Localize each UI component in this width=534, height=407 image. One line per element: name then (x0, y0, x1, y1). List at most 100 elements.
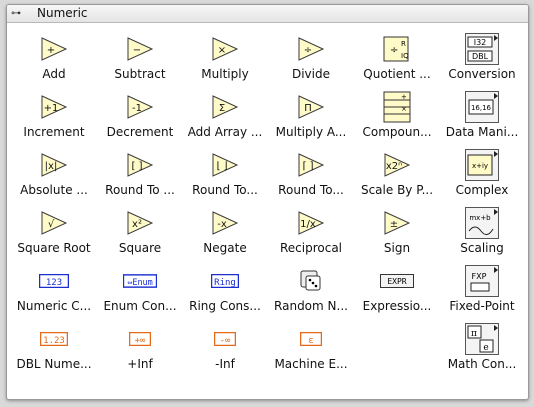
svg-text:1.23: 1.23 (43, 336, 65, 346)
minus-infinity-constant-icon: -∞ (208, 323, 242, 355)
palette-item-label: Machine E... (274, 357, 348, 371)
subtract-icon: − (123, 33, 157, 65)
svg-text:⌊ ⌋: ⌊ ⌋ (217, 161, 228, 172)
svg-text:I32: I32 (474, 38, 487, 47)
math-constants-subpalette-icon: π e (465, 323, 499, 355)
round-to-nearest-icon: [ ] (123, 149, 157, 181)
palette-item-label: -Inf (215, 357, 235, 371)
palette-item-reciprocal[interactable]: 1/x Reciprocal (268, 203, 354, 263)
svg-text:×: × (401, 105, 407, 113)
svg-text:×: × (218, 45, 226, 56)
palette-item-label: Add Array ... (187, 125, 263, 139)
palette-item-ring-constant[interactable]: Ring Ring Cons... (182, 261, 268, 321)
palette-grid: + Add − Subtract × Multiply ÷ Divide ÷ R… (7, 23, 528, 399)
palette-item-minus-infinity-constant[interactable]: -∞ -Inf (182, 319, 268, 379)
palette-item-label: Increment (23, 125, 85, 139)
palette-item-scale-by-power-of-2[interactable]: x2ⁿ Scale By P... (354, 145, 440, 205)
svg-text:√: √ (48, 219, 55, 230)
svg-text:mx+b: mx+b (469, 214, 491, 222)
palette-item-multiply[interactable]: × Multiply (182, 29, 268, 89)
square-root-icon: √ (37, 207, 71, 239)
svg-text:÷: ÷ (390, 45, 398, 56)
palette-item-absolute-value[interactable]: |x| Absolute ... (11, 145, 97, 205)
palette-item-divide[interactable]: ÷ Divide (268, 29, 354, 89)
palette-item-label: Round To ... (105, 183, 175, 197)
palette-item-label: Scale By P... (360, 183, 434, 197)
absolute-value-icon: |x| (37, 149, 71, 181)
palette-item-label: Divide (291, 67, 330, 81)
palette-item-label: DBL Nume... (16, 357, 92, 371)
palette-item-sign[interactable]: ± Sign (354, 203, 440, 263)
svg-text:IQ: IQ (401, 52, 409, 60)
palette-item-add[interactable]: + Add (11, 29, 97, 89)
palette-item-round-to-nearest[interactable]: [ ] Round To ... (97, 145, 183, 205)
increment-icon: +1 (37, 91, 71, 123)
palette-item-increment[interactable]: +1 Increment (11, 87, 97, 147)
numeric-constant-icon: 123 (37, 265, 71, 297)
palette-item-square[interactable]: x² Square (97, 203, 183, 263)
palette-item-dbl-numeric-constant[interactable]: 1.23 DBL Nume... (11, 319, 97, 379)
palette-item-plus-infinity-constant[interactable]: +∞ +Inf (97, 319, 183, 379)
svg-text:+∞: +∞ (135, 336, 146, 346)
svg-text:|x|: |x| (45, 161, 58, 172)
palette-item-expression-node[interactable]: EXPR Expressio... (354, 261, 440, 321)
palette-item-label: Ring Cons... (189, 299, 261, 313)
conversion-subpalette-icon: I32 DBL (465, 33, 499, 65)
svg-text:-x: -x (217, 219, 227, 230)
fixed-point-subpalette-icon: FXP (465, 265, 499, 297)
svg-text:ε: ε (308, 336, 313, 346)
scale-by-power-of-2-icon: x2ⁿ (380, 149, 414, 181)
palette-item-scaling-subpalette[interactable]: mx+b Scaling (439, 203, 525, 263)
palette-item-numeric-constant[interactable]: 123 Numeric C... (11, 261, 97, 321)
palette-item-complex-subpalette[interactable]: x+iy Complex (439, 145, 525, 205)
palette-item-fixed-point-subpalette[interactable]: FXP Fixed-Point (439, 261, 525, 321)
round-toward-minus-inf-icon: ⌊ ⌋ (208, 149, 242, 181)
multiply-array-elements-icon: Π (294, 91, 328, 123)
palette-item-quotient-remainder[interactable]: ÷ R IQ Quotient ... (354, 29, 440, 89)
palette-item-label: Numeric C... (16, 299, 92, 313)
palette-item-add-array-elements[interactable]: Σ Add Array ... (182, 87, 268, 147)
svg-text:-1: -1 (132, 103, 142, 114)
decrement-icon: -1 (123, 91, 157, 123)
palette-item-label: Square (118, 241, 162, 255)
svg-text:123: 123 (46, 278, 62, 288)
svg-text:⇔Enum: ⇔Enum (127, 278, 153, 288)
palette-item-negate[interactable]: -x Negate (182, 203, 268, 263)
palette-item-data-manipulation-subpalette[interactable]: 16,16 Data Mani... (439, 87, 525, 147)
svg-text:−: − (133, 45, 141, 56)
palette-item-compound-arithmetic[interactable]: + × Compoun... (354, 87, 440, 147)
svg-text:+1: +1 (44, 103, 59, 114)
reciprocal-icon: 1/x (294, 207, 328, 239)
palette-item-conversion-subpalette[interactable]: I32 DBL Conversion (439, 29, 525, 89)
add-array-elements-icon: Σ (208, 91, 242, 123)
complex-subpalette-icon: x+iy (465, 149, 499, 181)
palette-item-enum-constant[interactable]: ⇔Enum Enum Con... (97, 261, 183, 321)
pin-icon[interactable]: ⊶ (11, 8, 35, 19)
palette-item-label: Reciprocal (279, 241, 343, 255)
svg-text:Σ: Σ (219, 103, 225, 114)
palette-item-round-toward-plus-inf[interactable]: ⌈ ⌉ Round To... (268, 145, 354, 205)
svg-text:±: ± (390, 219, 398, 230)
palette-item-label: Multiply A... (275, 125, 347, 139)
palette-item-multiply-array-elements[interactable]: Π Multiply A... (268, 87, 354, 147)
svg-text:16,16: 16,16 (471, 104, 492, 112)
palette-item-subtract[interactable]: − Subtract (97, 29, 183, 89)
palette-item-round-toward-minus-inf[interactable]: ⌊ ⌋ Round To... (182, 145, 268, 205)
svg-text:+: + (401, 93, 407, 101)
palette-item-label: Square Root (17, 241, 91, 255)
palette-item-label: Math Con... (447, 357, 517, 371)
palette-item-label: Subtract (114, 67, 166, 81)
svg-text:e: e (483, 343, 488, 353)
palette-item-label: Enum Con... (103, 299, 177, 313)
palette-item-random-number-dice[interactable]: Random N... (268, 261, 354, 321)
svg-text:1/x: 1/x (300, 219, 316, 230)
palette-title-bar[interactable]: ⊶ Numeric (7, 5, 528, 23)
palette-item-machine-epsilon[interactable]: ε Machine E... (268, 319, 354, 379)
palette-item-decrement[interactable]: -1 Decrement (97, 87, 183, 147)
palette-item-math-constants-subpalette[interactable]: π e Math Con... (439, 319, 525, 379)
quotient-remainder-icon: ÷ R IQ (380, 33, 414, 65)
palette-item-label: Conversion (448, 67, 516, 81)
palette-item-label: Round To... (278, 183, 344, 197)
palette-item-square-root[interactable]: √ Square Root (11, 203, 97, 263)
svg-text:EXPR: EXPR (387, 277, 406, 286)
